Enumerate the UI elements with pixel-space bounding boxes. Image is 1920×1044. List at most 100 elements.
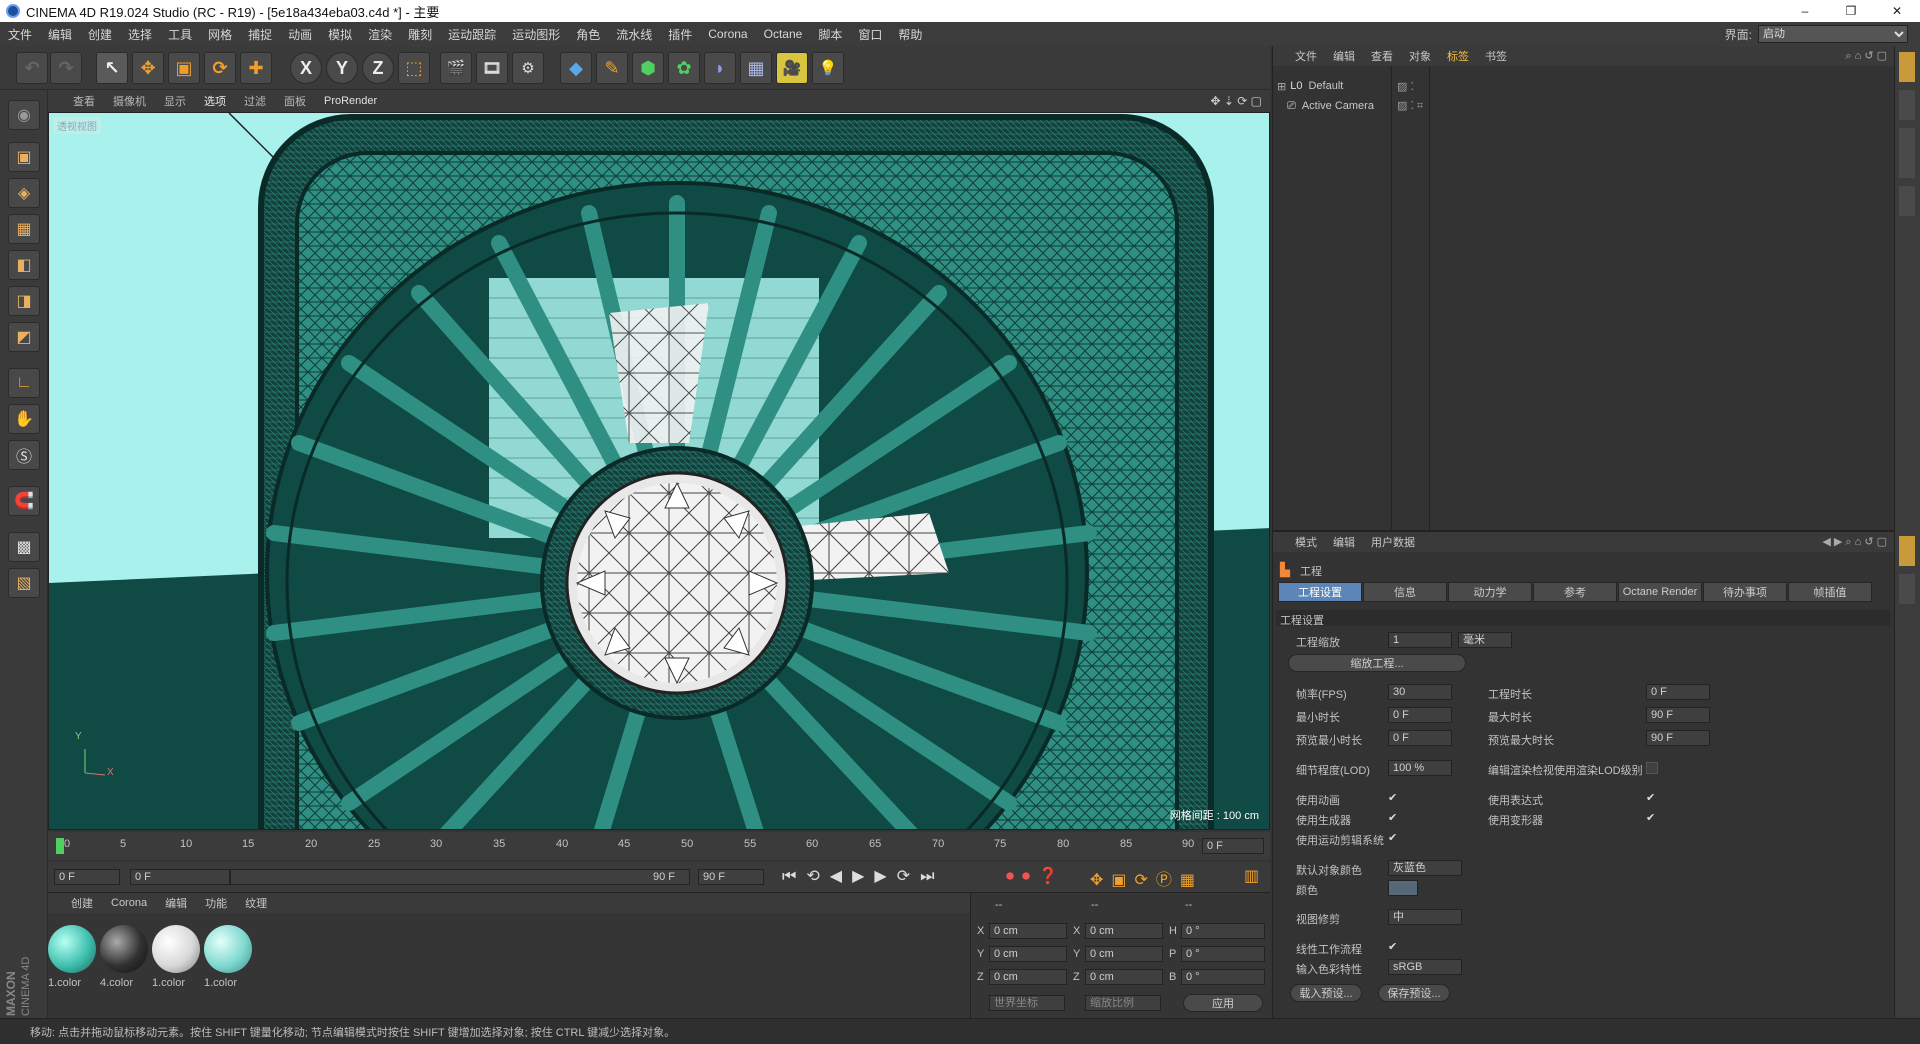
viewport-menu-options[interactable]: 选项 bbox=[195, 93, 235, 109]
side-tab-layers[interactable] bbox=[1899, 574, 1915, 604]
project-scale-unit-select[interactable]: 毫米 bbox=[1458, 632, 1512, 648]
subdivision-icon[interactable]: ⬢ bbox=[632, 52, 664, 84]
mat-menu-edit[interactable]: 编辑 bbox=[156, 895, 196, 911]
attr-menu-mode[interactable]: 模式 bbox=[1287, 534, 1325, 550]
use-expression-checkbox[interactable]: ✔ bbox=[1646, 792, 1658, 804]
color-swatch[interactable] bbox=[1388, 880, 1418, 896]
render-view-icon[interactable]: 🎬 bbox=[440, 52, 472, 84]
tab-reference[interactable]: 参考 bbox=[1533, 582, 1617, 602]
save-preset-button[interactable]: 保存预设... bbox=[1378, 984, 1450, 1002]
light-icon[interactable]: 💡 bbox=[812, 52, 844, 84]
mat-menu-texture[interactable]: 纹理 bbox=[236, 895, 276, 911]
render-settings-icon[interactable]: ⚙ bbox=[512, 52, 544, 84]
menu-help[interactable]: 帮助 bbox=[890, 26, 930, 43]
cloner-icon[interactable]: ✿ bbox=[668, 52, 700, 84]
menu-simulate[interactable]: 模拟 bbox=[320, 26, 360, 43]
mat-menu-create[interactable]: 创建 bbox=[62, 895, 102, 911]
coordinate-system-icon[interactable]: ⬚ bbox=[398, 52, 430, 84]
redo-button[interactable]: ↷ bbox=[50, 52, 82, 84]
menu-tools[interactable]: 工具 bbox=[160, 26, 200, 43]
undo-button[interactable]: ↶ bbox=[16, 52, 48, 84]
menu-select[interactable]: 选择 bbox=[120, 26, 160, 43]
workplane-icon[interactable]: ▦ bbox=[8, 214, 40, 244]
coord-pos-z-field[interactable]: 0 cm bbox=[989, 969, 1067, 985]
menu-plugins[interactable]: 插件 bbox=[660, 26, 700, 43]
menu-render[interactable]: 渲染 bbox=[360, 26, 400, 43]
coord-rot-h-field[interactable]: 0 ° bbox=[1181, 923, 1265, 939]
obj-menu-view[interactable]: 查看 bbox=[1363, 48, 1401, 64]
lock-workplane-icon[interactable]: ▩ bbox=[8, 532, 40, 562]
max-length-field[interactable]: 90 F bbox=[1646, 707, 1710, 723]
attr-nav-icons[interactable]: ◀ ▶ ⌕ ⌂ ↺ ▢ bbox=[1822, 535, 1887, 549]
menu-motion-tracking[interactable]: 运动跟踪 bbox=[440, 26, 504, 43]
coord-rot-b-field[interactable]: 0 ° bbox=[1181, 969, 1265, 985]
scale-project-button[interactable]: 缩放工程... bbox=[1288, 654, 1466, 672]
planar-workplane-icon[interactable]: ▧ bbox=[8, 568, 40, 598]
obj-menu-object[interactable]: 对象 bbox=[1401, 48, 1439, 64]
axis-mode-icon[interactable]: ∟ bbox=[8, 368, 40, 398]
deformer-icon[interactable]: ◗ bbox=[704, 52, 736, 84]
3d-viewport[interactable]: 透视视图 Y X 网格间距 : 100 cm bbox=[48, 112, 1270, 830]
scale-tool-icon[interactable]: ▣ bbox=[168, 52, 200, 84]
use-motion-clip-checkbox[interactable]: ✔ bbox=[1388, 832, 1400, 844]
menu-snap[interactable]: 捕捉 bbox=[240, 26, 280, 43]
visibility-icon[interactable]: ▨ ⁚ ⌗ bbox=[1397, 99, 1423, 113]
coord-world-select[interactable]: 世界坐标 bbox=[989, 995, 1065, 1011]
viewport-menu-filter[interactable]: 过滤 bbox=[235, 93, 275, 109]
polygons-mode-icon[interactable]: ◩ bbox=[8, 322, 40, 352]
viewport-nav-icons[interactable]: ✥ ⇣ ⟳ ▢ bbox=[1210, 94, 1262, 108]
material-swatch-4[interactable] bbox=[204, 925, 252, 973]
timeline-playhead[interactable] bbox=[56, 838, 64, 854]
menu-mesh[interactable]: 网格 bbox=[200, 26, 240, 43]
coord-scale-select[interactable]: 缩放比例 bbox=[1085, 995, 1161, 1011]
points-mode-icon[interactable]: ◧ bbox=[8, 250, 40, 280]
menu-create[interactable]: 创建 bbox=[80, 26, 120, 43]
edges-mode-icon[interactable]: ◨ bbox=[8, 286, 40, 316]
viewport-menu-view[interactable]: 查看 bbox=[64, 93, 104, 109]
menu-pipeline[interactable]: 流水线 bbox=[608, 26, 660, 43]
coord-size-z-field[interactable]: 0 cm bbox=[1085, 969, 1163, 985]
obj-menu-tag[interactable]: 标签 bbox=[1439, 48, 1477, 64]
axis-y-button[interactable]: Y bbox=[326, 52, 358, 84]
tab-todo[interactable]: 待办事项 bbox=[1703, 582, 1787, 602]
key-filter-icons[interactable]: ✥▣⟳Ⓟ▦ bbox=[1090, 866, 1203, 890]
interface-select[interactable]: 启动 bbox=[1758, 25, 1908, 43]
rotate-tool-icon[interactable]: ⟳ bbox=[204, 52, 236, 84]
select-tool-icon[interactable]: ↖ bbox=[96, 52, 128, 84]
side-tab-takes[interactable] bbox=[1899, 90, 1915, 120]
object-row-active-camera[interactable]: ⎚ Active Camera ▨ ⁚ ⌗ bbox=[1287, 98, 1587, 114]
obj-search-icon[interactable]: ⌕ ⌂ ↺ ▢ bbox=[1845, 49, 1887, 63]
coord-size-x-field[interactable]: 0 cm bbox=[1085, 923, 1163, 939]
side-tab-content-browser[interactable] bbox=[1899, 128, 1915, 178]
camera-icon[interactable]: 🎥 bbox=[776, 52, 808, 84]
coord-pos-x-field[interactable]: 0 cm bbox=[989, 923, 1067, 939]
min-length-field[interactable]: 0 F bbox=[1388, 707, 1452, 723]
range-slider-end[interactable]: 90 F bbox=[230, 869, 690, 885]
coord-pos-y-field[interactable]: 0 cm bbox=[989, 946, 1067, 962]
use-generator-checkbox[interactable]: ✔ bbox=[1388, 812, 1400, 824]
cube-icon[interactable]: ◆ bbox=[560, 52, 592, 84]
tab-octane-render[interactable]: Octane Render bbox=[1618, 582, 1702, 602]
menu-mograph[interactable]: 运动图形 bbox=[504, 26, 568, 43]
render-lod-checkbox[interactable] bbox=[1646, 762, 1658, 774]
menu-edit[interactable]: 编辑 bbox=[40, 26, 80, 43]
attr-menu-edit[interactable]: 编辑 bbox=[1325, 534, 1363, 550]
timeline-window-icon[interactable]: ▥ bbox=[1244, 866, 1259, 886]
pen-icon[interactable]: ✎ bbox=[596, 52, 628, 84]
material-swatch-1[interactable] bbox=[48, 925, 96, 973]
viewport-menu-display[interactable]: 显示 bbox=[155, 93, 195, 109]
make-editable-icon[interactable]: ◉ bbox=[8, 100, 40, 130]
material-swatch-2[interactable] bbox=[100, 925, 148, 973]
snap-icon[interactable]: Ⓢ bbox=[8, 440, 40, 470]
model-mode-icon[interactable]: ▣ bbox=[8, 142, 40, 172]
viewport-menu-prorender[interactable]: ProRender bbox=[315, 95, 386, 107]
tab-dynamics[interactable]: 动力学 bbox=[1448, 582, 1532, 602]
use-animation-checkbox[interactable]: ✔ bbox=[1388, 792, 1400, 804]
minimize-button[interactable]: – bbox=[1782, 0, 1828, 22]
end-frame-field[interactable]: 90 F bbox=[698, 869, 764, 885]
texture-mode-icon[interactable]: ◈ bbox=[8, 178, 40, 208]
mat-menu-function[interactable]: 功能 bbox=[196, 895, 236, 911]
lod-field[interactable]: 100 % bbox=[1388, 760, 1452, 776]
menu-window[interactable]: 窗口 bbox=[850, 26, 890, 43]
coord-rot-p-field[interactable]: 0 ° bbox=[1181, 946, 1265, 962]
